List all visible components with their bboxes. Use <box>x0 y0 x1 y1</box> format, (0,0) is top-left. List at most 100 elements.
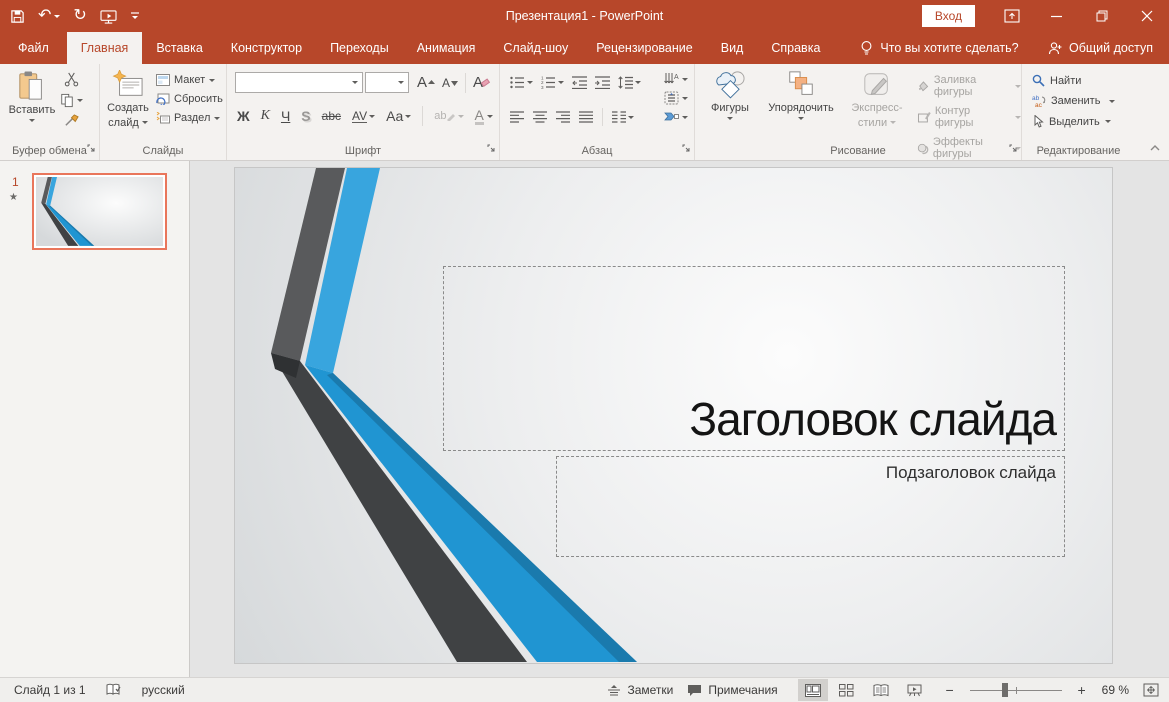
dropdown-caret <box>458 115 464 118</box>
font-dialog-launcher[interactable] <box>487 144 496 156</box>
columns-button[interactable] <box>612 111 634 123</box>
find-button[interactable]: Найти <box>1032 74 1115 87</box>
clear-formatting-button[interactable]: А <box>473 75 490 90</box>
convert-smartart-button[interactable] <box>664 110 688 124</box>
slide-subtitle-text[interactable]: Подзаголовок слайда <box>886 463 1056 483</box>
tab-slideshow[interactable]: Слайд-шоу <box>489 32 582 64</box>
slide-title-text[interactable]: Заголовок слайда <box>689 392 1056 446</box>
character-spacing-button[interactable]: AV <box>352 110 375 123</box>
paste-button[interactable]: Вставить <box>6 70 58 122</box>
select-button[interactable]: Выделить <box>1032 115 1115 128</box>
format-painter-button[interactable] <box>60 114 83 129</box>
quick-styles-button[interactable]: Экспресс- стили <box>845 70 909 129</box>
grow-font-button[interactable]: А <box>417 75 435 90</box>
change-case-button[interactable]: Aa <box>386 109 411 123</box>
paragraph-dialog-launcher[interactable] <box>682 144 691 156</box>
svg-text:ab: ab <box>1032 95 1040 102</box>
tell-me-box[interactable]: Что вы хотите сделать? <box>860 32 1018 64</box>
tab-review[interactable]: Рецензирование <box>582 32 707 64</box>
font-name-combobox[interactable] <box>235 72 363 93</box>
ribbon-display-options-button[interactable] <box>989 0 1034 32</box>
share-button[interactable]: Общий доступ <box>1047 32 1153 64</box>
group-editing: Найти abac Заменить Выделить Редактирова… <box>1022 64 1135 160</box>
shapes-button[interactable]: Фигуры <box>701 70 759 120</box>
decrease-indent-button[interactable] <box>572 76 587 89</box>
new-slide-button[interactable]: Создать слайд <box>102 70 154 129</box>
text-shadow-button[interactable]: S <box>301 109 310 123</box>
sign-in-button[interactable]: Вход <box>922 5 975 27</box>
font-color-glyph: А <box>475 108 484 125</box>
copy-button[interactable] <box>60 93 83 108</box>
slide-editor[interactable]: Заголовок слайда Подзаголовок слайда <box>235 168 1112 663</box>
align-text-button[interactable] <box>664 91 688 105</box>
layout-button[interactable]: Макет <box>156 74 223 86</box>
view-reading-button[interactable] <box>866 679 896 701</box>
notes-button[interactable]: Заметки <box>607 683 673 697</box>
language-indicator[interactable]: русский <box>142 683 185 697</box>
minimize-button[interactable] <box>1034 0 1079 32</box>
powerpoint-window: ↶ ↻ Презентация1 - PowerPoint Вход <box>0 0 1169 701</box>
title-placeholder[interactable]: Заголовок слайда <box>443 266 1065 451</box>
dropdown-caret <box>77 99 83 102</box>
reset-button[interactable]: Сбросить <box>156 93 223 105</box>
zoom-in-button[interactable]: + <box>1076 683 1088 697</box>
shape-outline-button[interactable]: Контур фигуры <box>917 105 1021 129</box>
text-direction-button[interactable]: A <box>664 72 688 86</box>
view-slide-sorter-button[interactable] <box>832 679 862 701</box>
zoom-slider-thumb[interactable] <box>1002 683 1008 697</box>
align-left-button[interactable] <box>510 111 524 123</box>
view-slideshow-button[interactable] <box>900 679 930 701</box>
align-right-button[interactable] <box>556 111 570 123</box>
subtitle-placeholder[interactable]: Подзаголовок слайда <box>556 456 1065 557</box>
increase-indent-button[interactable] <box>595 76 610 89</box>
clipboard-dialog-launcher[interactable] <box>87 144 96 156</box>
tab-transitions[interactable]: Переходы <box>316 32 403 64</box>
strikethrough-button[interactable]: abc <box>322 110 341 122</box>
start-from-beginning-button[interactable] <box>100 9 117 24</box>
tab-design[interactable]: Конструктор <box>217 32 316 64</box>
zoom-percent[interactable]: 69 % <box>1102 683 1129 697</box>
tab-file[interactable]: Файл <box>0 32 67 64</box>
replace-button[interactable]: abac Заменить <box>1032 94 1115 108</box>
section-button[interactable]: Раздел <box>156 112 223 124</box>
line-spacing-button[interactable] <box>618 76 641 89</box>
shrink-font-button[interactable]: А <box>442 77 458 89</box>
align-center-button[interactable] <box>533 111 547 123</box>
quick-access-toolbar: ↶ ↻ <box>10 0 140 32</box>
undo-button[interactable]: ↶ <box>38 8 60 24</box>
text-highlight-button[interactable]: ab <box>434 111 463 122</box>
zoom-slider[interactable] <box>970 683 1062 697</box>
tab-view[interactable]: Вид <box>707 32 758 64</box>
arrange-button[interactable]: Упорядочить <box>761 70 841 120</box>
shape-fill-button[interactable]: Заливка фигуры <box>917 74 1021 98</box>
underline-button[interactable]: Ч <box>281 109 290 123</box>
font-color-button[interactable]: А <box>475 108 493 125</box>
save-button[interactable] <box>10 9 25 24</box>
tab-help[interactable]: Справка <box>757 32 834 64</box>
italic-button[interactable]: К <box>261 109 270 123</box>
customize-qat-button[interactable] <box>130 11 140 21</box>
drawing-dialog-launcher[interactable] <box>1009 144 1018 156</box>
font-size-dropdown[interactable] <box>394 73 408 92</box>
cut-button[interactable] <box>60 72 83 87</box>
font-name-dropdown[interactable] <box>348 73 362 92</box>
view-normal-button[interactable] <box>798 679 828 701</box>
restore-button[interactable] <box>1079 0 1124 32</box>
fit-to-window-button[interactable] <box>1143 683 1159 697</box>
slide-1-thumbnail[interactable] <box>32 173 167 250</box>
comments-button[interactable]: Примечания <box>687 683 777 697</box>
redo-button[interactable]: ↻ <box>73 8 86 24</box>
numbering-button[interactable]: 123 <box>541 76 564 89</box>
tab-animations[interactable]: Анимация <box>403 32 490 64</box>
font-size-combobox[interactable] <box>365 72 409 93</box>
close-button[interactable] <box>1124 0 1169 32</box>
bold-button[interactable]: Ж <box>237 109 250 123</box>
justify-button[interactable] <box>579 111 593 123</box>
ribbon-display-options-icon <box>1004 8 1020 24</box>
collapse-ribbon-button[interactable] <box>1149 143 1161 155</box>
spellcheck-button[interactable] <box>106 683 122 697</box>
tab-insert[interactable]: Вставка <box>142 32 216 64</box>
zoom-out-button[interactable]: − <box>944 683 956 697</box>
bullets-button[interactable] <box>510 76 533 89</box>
tab-home[interactable]: Главная <box>67 32 143 64</box>
